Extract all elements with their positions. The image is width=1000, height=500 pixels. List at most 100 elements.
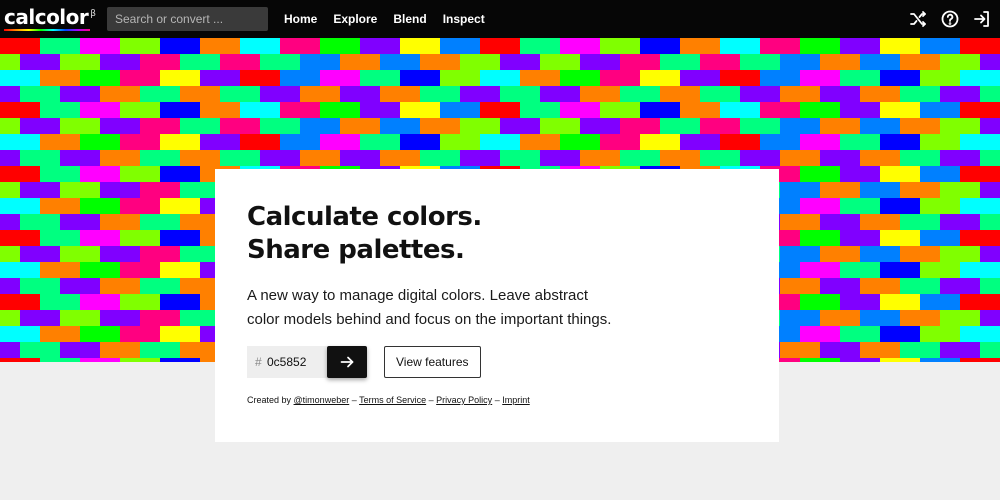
mosaic-cell [180, 342, 220, 358]
logo[interactable]: calcolor β [4, 4, 96, 30]
nav-explore[interactable]: Explore [333, 0, 377, 38]
mosaic-cell [980, 150, 1000, 166]
mosaic-cell [980, 246, 1000, 262]
logo-text: calcolor [4, 5, 89, 29]
mosaic-cell [340, 86, 380, 102]
mosaic-cell [480, 70, 520, 86]
imprint-link[interactable]: Imprint [502, 395, 530, 405]
mosaic-cell [560, 70, 600, 86]
author-link[interactable]: @timonweber [294, 395, 350, 405]
mosaic-cell [460, 118, 500, 134]
mosaic-cell [20, 342, 60, 358]
mosaic-cell [860, 214, 900, 230]
mosaic-cell [120, 358, 160, 362]
mosaic-cell [360, 70, 400, 86]
mosaic-cell [640, 102, 680, 118]
mosaic-cell [740, 150, 780, 166]
mosaic-cell [900, 86, 940, 102]
mosaic-cell [840, 198, 880, 214]
mosaic-cell [0, 310, 20, 326]
mosaic-cell [920, 198, 960, 214]
mosaic-cell [480, 102, 520, 118]
nav-home[interactable]: Home [284, 0, 317, 38]
mosaic-cell [740, 86, 780, 102]
mosaic-cell [260, 54, 300, 70]
mosaic-cell [540, 150, 580, 166]
mosaic-cell [620, 150, 660, 166]
mosaic-cell [420, 54, 460, 70]
mosaic-cell [400, 38, 440, 54]
mosaic-cell [120, 38, 160, 54]
mosaic-cell [860, 182, 900, 198]
mosaic-cell [140, 86, 180, 102]
terms-link[interactable]: Terms of Service [359, 395, 426, 405]
mosaic-cell [160, 38, 200, 54]
shuffle-icon[interactable] [908, 9, 928, 29]
mosaic-cell [0, 262, 40, 278]
mosaic-cell [0, 326, 40, 342]
mosaic-cell [180, 118, 220, 134]
mosaic-cell [400, 70, 440, 86]
view-features-button[interactable]: View features [384, 346, 481, 378]
mosaic-cell [120, 198, 160, 214]
mosaic-cell [160, 326, 200, 342]
mosaic-cell [0, 214, 20, 230]
hero-headline: Calculate colors. Share palettes. [247, 201, 747, 267]
mosaic-cell [240, 38, 280, 54]
mosaic-cell [740, 54, 780, 70]
mosaic-cell [180, 150, 220, 166]
mosaic-cell [860, 118, 900, 134]
mosaic-cell [720, 134, 760, 150]
mosaic-cell [940, 182, 980, 198]
mosaic-cell [280, 38, 320, 54]
nav-inspect[interactable]: Inspect [443, 0, 485, 38]
search-input[interactable] [107, 7, 268, 31]
mosaic-cell [200, 102, 240, 118]
mosaic-cell [40, 134, 80, 150]
privacy-link[interactable]: Privacy Policy [436, 395, 492, 405]
mosaic-cell [160, 262, 200, 278]
mosaic-cell [300, 54, 340, 70]
nav-blend[interactable]: Blend [393, 0, 426, 38]
mosaic-cell [0, 166, 40, 182]
hero-description: A new way to manage digital colors. Leav… [247, 284, 667, 332]
mosaic-cell [780, 342, 820, 358]
mosaic-cell [800, 262, 840, 278]
mosaic-cell [680, 70, 720, 86]
mosaic-cell [960, 358, 1000, 362]
mosaic-cell [580, 54, 620, 70]
mosaic-cell [120, 230, 160, 246]
mosaic-cell [900, 54, 940, 70]
mosaic-cell [840, 166, 880, 182]
mosaic-cell [840, 38, 880, 54]
mosaic-cell [820, 118, 860, 134]
mosaic-cell [80, 262, 120, 278]
mosaic-cell [420, 118, 460, 134]
mosaic-cell [420, 86, 460, 102]
hex-color-input[interactable]: # 0c5852 [247, 346, 327, 378]
mosaic-cell [820, 278, 860, 294]
mosaic-cell [0, 118, 20, 134]
mosaic-cell [540, 54, 580, 70]
mosaic-cell [780, 86, 820, 102]
mosaic-cell [60, 150, 100, 166]
mosaic-cell [880, 166, 920, 182]
headline-line-2: Share palettes. [247, 235, 465, 265]
submit-color-button[interactable] [327, 346, 367, 378]
mosaic-cell [540, 118, 580, 134]
mosaic-cell [120, 326, 160, 342]
mosaic-cell [980, 342, 1000, 358]
mosaic-cell [540, 86, 580, 102]
card-footer: Created by @timonweber – Terms of Servic… [247, 395, 530, 405]
help-icon[interactable] [940, 9, 960, 29]
mosaic-cell [140, 214, 180, 230]
mosaic-cell [160, 294, 200, 310]
mosaic-cell [740, 118, 780, 134]
login-icon[interactable] [972, 9, 992, 29]
mosaic-cell [60, 182, 100, 198]
mosaic-cell [820, 214, 860, 230]
mosaic-cell [940, 54, 980, 70]
mosaic-cell [920, 70, 960, 86]
mosaic-cell [160, 358, 200, 362]
mosaic-cell [780, 310, 820, 326]
